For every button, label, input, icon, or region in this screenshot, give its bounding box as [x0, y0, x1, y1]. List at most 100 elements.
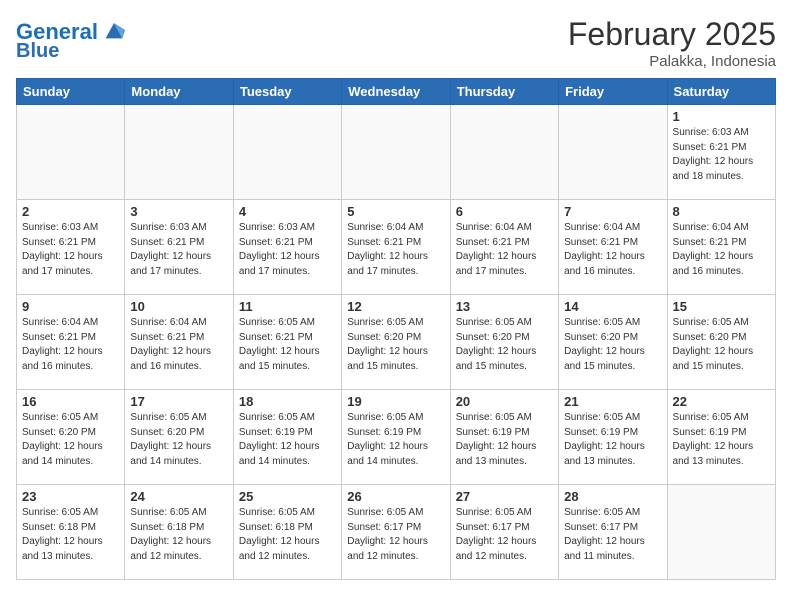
- calendar-table: SundayMondayTuesdayWednesdayThursdayFrid…: [16, 78, 776, 580]
- day-info: Sunrise: 6:04 AM Sunset: 6:21 PM Dayligh…: [22, 316, 119, 374]
- calendar-cell: 2Sunrise: 6:03 AM Sunset: 6:21 PM Daylig…: [17, 200, 125, 295]
- calendar-week: 1 Sunrise: 6:03 AM Sunset: 6:21 PM Daylig…: [17, 105, 776, 200]
- calendar-cell: [559, 105, 667, 200]
- calendar-cell: 26Sunrise: 6:05 AM Sunset: 6:17 PM Dayli…: [342, 485, 450, 580]
- day-number: 15: [673, 299, 770, 314]
- day-info: Sunrise: 6:05 AM Sunset: 6:18 PM Dayligh…: [130, 506, 227, 564]
- calendar-cell: 17 Sunrise: 6:05 AM Sunset: 6:20 PM Dayli…: [125, 390, 233, 485]
- day-number: 13: [456, 299, 553, 314]
- day-number: 22: [673, 394, 770, 409]
- day-number: 3: [130, 204, 227, 219]
- day-number: 6: [456, 204, 553, 219]
- day-number: 26: [347, 489, 444, 504]
- day-info: Sunrise: 6:03 AM Sunset: 6:21 PM Dayligh…: [673, 126, 770, 184]
- day-number: 20: [456, 394, 553, 409]
- weekday-header: Saturday: [667, 79, 775, 105]
- calendar-cell: [125, 105, 233, 200]
- day-info: Sunrise: 6:05 AM Sunset: 6:19 PM Dayligh…: [347, 411, 444, 469]
- day-info: Sunrise: 6:04 AM Sunset: 6:21 PM Dayligh…: [564, 221, 661, 279]
- day-number: 5: [347, 204, 444, 219]
- calendar-header: SundayMondayTuesdayWednesdayThursdayFrid…: [17, 79, 776, 105]
- day-number: 23: [22, 489, 119, 504]
- day-info: Sunrise: 6:05 AM Sunset: 6:20 PM Dayligh…: [130, 411, 227, 469]
- calendar-cell: 20Sunrise: 6:05 AM Sunset: 6:19 PM Dayli…: [450, 390, 558, 485]
- day-number: 10: [130, 299, 227, 314]
- day-info: Sunrise: 6:05 AM Sunset: 6:20 PM Dayligh…: [673, 316, 770, 374]
- calendar-cell: 15 Sunrise: 6:05 AM Sunset: 6:20 PM Dayli…: [667, 295, 775, 390]
- day-number: 16: [22, 394, 119, 409]
- calendar-cell: 1 Sunrise: 6:03 AM Sunset: 6:21 PM Daylig…: [667, 105, 775, 200]
- weekday-header: Friday: [559, 79, 667, 105]
- calendar-cell: [342, 105, 450, 200]
- calendar-cell: 19 Sunrise: 6:05 AM Sunset: 6:19 PM Dayli…: [342, 390, 450, 485]
- calendar-cell: 12 Sunrise: 6:05 AM Sunset: 6:20 PM Dayli…: [342, 295, 450, 390]
- day-info: Sunrise: 6:05 AM Sunset: 6:18 PM Dayligh…: [239, 506, 336, 564]
- weekday-header: Tuesday: [233, 79, 341, 105]
- day-info: Sunrise: 6:05 AM Sunset: 6:20 PM Dayligh…: [347, 316, 444, 374]
- calendar-week: 2Sunrise: 6:03 AM Sunset: 6:21 PM Daylig…: [17, 200, 776, 295]
- day-info: Sunrise: 6:03 AM Sunset: 6:21 PM Dayligh…: [239, 221, 336, 279]
- calendar-cell: 14Sunrise: 6:05 AM Sunset: 6:20 PM Dayli…: [559, 295, 667, 390]
- day-number: 12: [347, 299, 444, 314]
- day-number: 27: [456, 489, 553, 504]
- calendar-body: 1 Sunrise: 6:03 AM Sunset: 6:21 PM Daylig…: [17, 105, 776, 580]
- day-info: Sunrise: 6:04 AM Sunset: 6:21 PM Dayligh…: [673, 221, 770, 279]
- day-info: Sunrise: 6:04 AM Sunset: 6:21 PM Dayligh…: [130, 316, 227, 374]
- calendar-cell: 6 Sunrise: 6:04 AM Sunset: 6:21 PM Daylig…: [450, 200, 558, 295]
- title-block: February 2025 Palakka, Indonesia: [568, 16, 776, 70]
- weekday-header: Monday: [125, 79, 233, 105]
- day-info: Sunrise: 6:05 AM Sunset: 6:19 PM Dayligh…: [239, 411, 336, 469]
- calendar-cell: 27 Sunrise: 6:05 AM Sunset: 6:17 PM Dayli…: [450, 485, 558, 580]
- day-number: 14: [564, 299, 661, 314]
- day-info: Sunrise: 6:05 AM Sunset: 6:21 PM Dayligh…: [239, 316, 336, 374]
- calendar-cell: 16Sunrise: 6:05 AM Sunset: 6:20 PM Dayli…: [17, 390, 125, 485]
- calendar-cell: 13 Sunrise: 6:05 AM Sunset: 6:20 PM Dayli…: [450, 295, 558, 390]
- day-number: 7: [564, 204, 661, 219]
- day-number: 19: [347, 394, 444, 409]
- calendar-week: 23 Sunrise: 6:05 AM Sunset: 6:18 PM Dayli…: [17, 485, 776, 580]
- calendar-cell: 28 Sunrise: 6:05 AM Sunset: 6:17 PM Dayli…: [559, 485, 667, 580]
- calendar-week: 9 Sunrise: 6:04 AM Sunset: 6:21 PM Daylig…: [17, 295, 776, 390]
- page-header: General Blue February 2025 Palakka, Indo…: [16, 16, 776, 70]
- calendar-cell: 10 Sunrise: 6:04 AM Sunset: 6:21 PM Dayli…: [125, 295, 233, 390]
- calendar-cell: 7 Sunrise: 6:04 AM Sunset: 6:21 PM Daylig…: [559, 200, 667, 295]
- calendar-week: 16 Sunrise: 6:05 AM Sunset: 6:20 PM Dayli…: [17, 390, 776, 485]
- day-number: 1: [673, 109, 770, 124]
- calendar-cell: 21 Sunrise: 6:05 AM Sunset: 6:19 PM Dayli…: [559, 390, 667, 485]
- day-info: Sunrise: 6:05 AM Sunset: 6:19 PM Dayligh…: [564, 411, 661, 469]
- day-info: Sunrise: 6:03 AM Sunset: 6:21 PM Dayligh…: [22, 221, 119, 279]
- calendar-cell: [450, 105, 558, 200]
- day-number: 18: [239, 394, 336, 409]
- day-number: 4: [239, 204, 336, 219]
- location: Palakka, Indonesia: [568, 53, 776, 70]
- logo-icon: [100, 16, 128, 44]
- day-number: 8: [673, 204, 770, 219]
- day-info: Sunrise: 6:05 AM Sunset: 6:17 PM Dayligh…: [564, 506, 661, 564]
- day-info: Sunrise: 6:05 AM Sunset: 6:17 PM Dayligh…: [456, 506, 553, 564]
- day-number: 28: [564, 489, 661, 504]
- calendar-cell: 24Sunrise: 6:05 AM Sunset: 6:18 PM Dayli…: [125, 485, 233, 580]
- weekday-header: Wednesday: [342, 79, 450, 105]
- calendar-cell: 22 Sunrise: 6:05 AM Sunset: 6:19 PM Dayli…: [667, 390, 775, 485]
- day-number: 17: [130, 394, 227, 409]
- calendar-cell: 4 Sunrise: 6:03 AM Sunset: 6:21 PM Daylig…: [233, 200, 341, 295]
- day-info: Sunrise: 6:05 AM Sunset: 6:19 PM Dayligh…: [673, 411, 770, 469]
- day-number: 9: [22, 299, 119, 314]
- day-info: Sunrise: 6:05 AM Sunset: 6:20 PM Dayligh…: [456, 316, 553, 374]
- calendar-cell: 8 Sunrise: 6:04 AM Sunset: 6:21 PM Daylig…: [667, 200, 775, 295]
- day-number: 21: [564, 394, 661, 409]
- calendar-cell: [667, 485, 775, 580]
- calendar-cell: 5Sunrise: 6:04 AM Sunset: 6:21 PM Daylig…: [342, 200, 450, 295]
- weekday-row: SundayMondayTuesdayWednesdayThursdayFrid…: [17, 79, 776, 105]
- day-number: 25: [239, 489, 336, 504]
- calendar-cell: 11Sunrise: 6:05 AM Sunset: 6:21 PM Dayli…: [233, 295, 341, 390]
- logo-text2: Blue: [16, 40, 59, 62]
- day-info: Sunrise: 6:05 AM Sunset: 6:18 PM Dayligh…: [22, 506, 119, 564]
- calendar-cell: [233, 105, 341, 200]
- calendar-cell: 25 Sunrise: 6:05 AM Sunset: 6:18 PM Dayli…: [233, 485, 341, 580]
- logo: General Blue: [16, 20, 128, 62]
- weekday-header: Thursday: [450, 79, 558, 105]
- day-info: Sunrise: 6:04 AM Sunset: 6:21 PM Dayligh…: [456, 221, 553, 279]
- month-title: February 2025: [568, 16, 776, 53]
- calendar-cell: 23 Sunrise: 6:05 AM Sunset: 6:18 PM Dayli…: [17, 485, 125, 580]
